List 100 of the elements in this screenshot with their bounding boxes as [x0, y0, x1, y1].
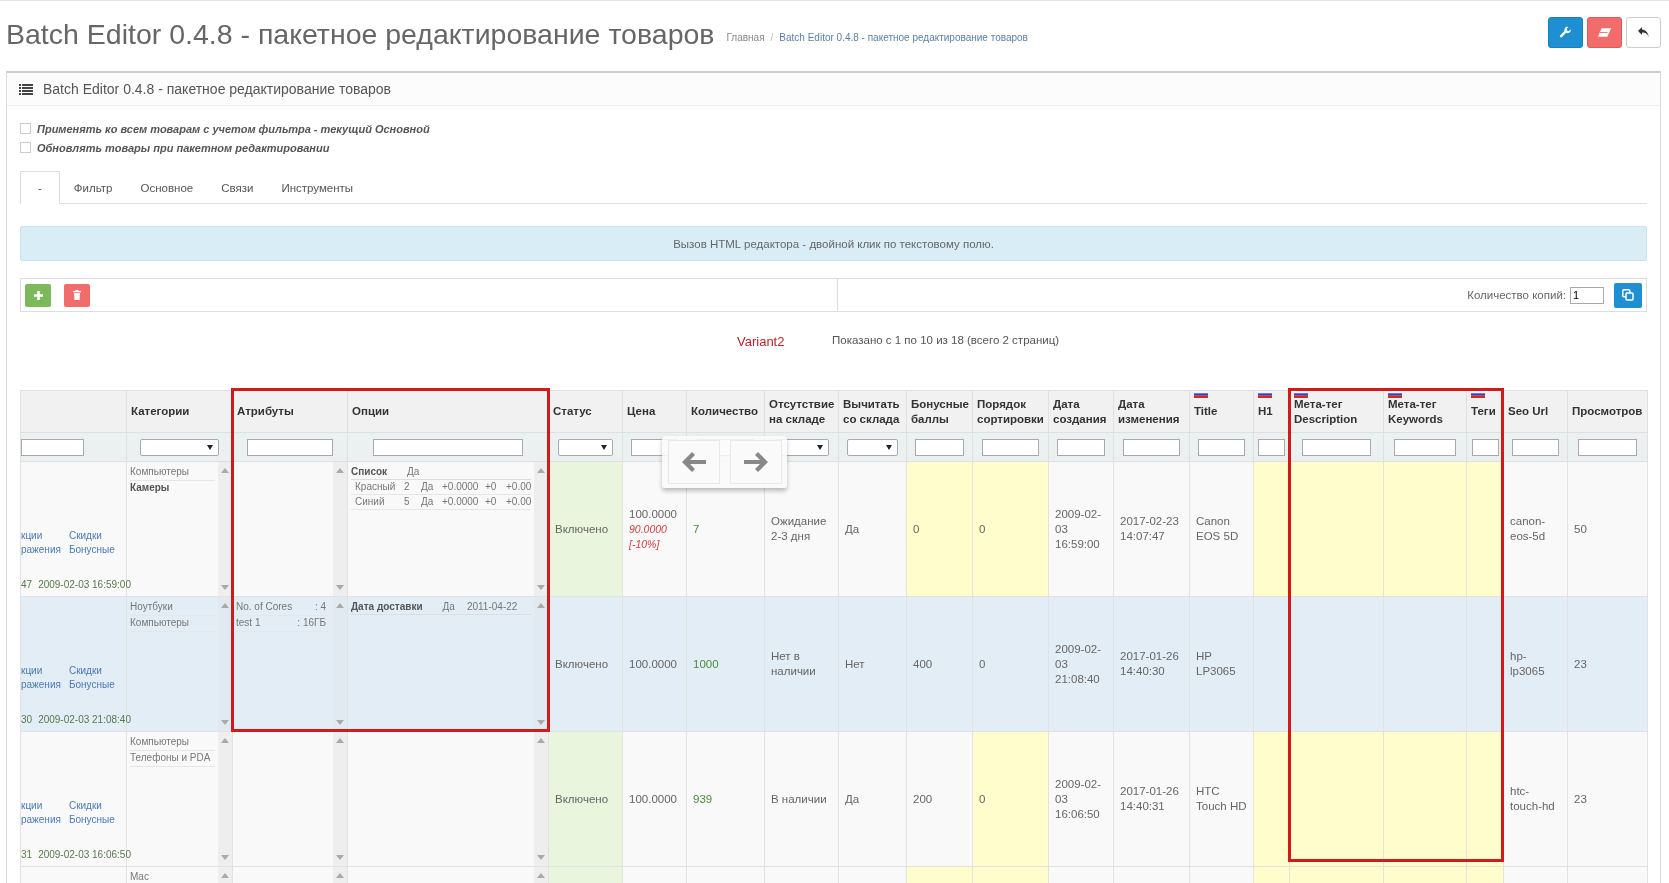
table-cell: 400: [906, 596, 973, 732]
scroll-up-icon[interactable]: [537, 603, 545, 608]
checkbox[interactable]: [20, 142, 31, 153]
scroll-down-icon[interactable]: [537, 720, 545, 725]
filter-field[interactable]: [21, 438, 84, 456]
tab[interactable]: Связи: [207, 171, 268, 203]
breadcrumb-link[interactable]: Batch Editor 0.4.8 - пакетное редактирование товаров: [779, 31, 1028, 43]
filter-dropdown[interactable]: [847, 438, 898, 456]
checkbox-label: Обновлять товары при пакетном редактировании: [37, 141, 330, 154]
tab[interactable]: Основное: [126, 171, 208, 203]
clear-button[interactable]: [1587, 16, 1622, 48]
copy-icon: [1622, 289, 1634, 301]
filter-field[interactable]: [1471, 438, 1499, 456]
scroll-up-icon[interactable]: [221, 603, 229, 608]
filter-field[interactable]: [1394, 438, 1456, 456]
filter-field[interactable]: [1577, 438, 1638, 456]
scroll-left-button[interactable]: [667, 440, 720, 484]
filter-field[interactable]: [373, 438, 523, 456]
info-banner: Вызов HTML редактора - двойной клик по текстовому полю.: [20, 226, 1647, 261]
option-value-cell-text: +0: [485, 480, 498, 494]
column-title: Категории: [131, 405, 190, 417]
tab[interactable]: Инструменты: [267, 171, 368, 203]
filter-field[interactable]: [1197, 438, 1246, 456]
product-link[interactable]: Скидки: [68, 529, 115, 543]
table-cell: 0: [972, 461, 1049, 597]
filter-field[interactable]: [982, 438, 1039, 456]
plus-icon: [33, 290, 43, 300]
category-item: Компьютеры: [130, 616, 215, 632]
filter-field[interactable]: [247, 438, 333, 456]
column-title: Теги: [1471, 405, 1496, 417]
filter-field[interactable]: [1258, 438, 1285, 456]
scroll-up-icon[interactable]: [537, 468, 545, 473]
filter-dropdown[interactable]: [140, 438, 219, 456]
product-link[interactable]: Бонусные: [68, 543, 115, 557]
add-button[interactable]: [25, 283, 51, 307]
variant-label[interactable]: Variant2: [737, 334, 799, 391]
product-link[interactable]: Скидки: [68, 799, 115, 813]
column-title: Дата создания: [1053, 397, 1107, 425]
delete-button[interactable]: [64, 283, 90, 307]
breadcrumb-link[interactable]: Главная: [726, 31, 765, 43]
table-cell: canon-eos-5d: [1503, 461, 1568, 597]
scroll-right-button[interactable]: [729, 440, 782, 484]
product-link[interactable]: Бонусные: [68, 678, 115, 692]
filter-field[interactable]: [1301, 438, 1372, 456]
scroll-down-icon[interactable]: [221, 720, 229, 725]
table-cell: 200: [906, 731, 973, 867]
option-value-cell-text: Синий: [355, 495, 386, 509]
table-cell: Нет: [838, 596, 907, 732]
option-value-cell-text: +0: [485, 495, 498, 509]
settings-button[interactable]: [1548, 16, 1583, 48]
product-link[interactable]: ражения: [21, 678, 61, 692]
checkbox-label: Применять ко всем товарам с учетом фильтра - текущий Основной: [37, 122, 430, 135]
column-title: Бонусные баллы: [911, 397, 969, 425]
category-item: Mac: [130, 870, 215, 883]
option-name: Дата доставки: [351, 600, 423, 614]
column-title: Вычитать со склада: [843, 397, 900, 425]
tab[interactable]: -: [20, 171, 60, 204]
table-cell: Включено: [548, 596, 623, 732]
table-cell: 2017-01-26 14:40:30: [1113, 596, 1190, 732]
option-value-cell-text: Да: [421, 480, 435, 494]
option-required: Да: [407, 465, 420, 479]
attribute-name: No. of Cores: [236, 600, 293, 614]
option-value: 2011-04-22: [466, 600, 518, 614]
scroll-down-icon[interactable]: [221, 585, 229, 590]
table-cell: Включено: [548, 731, 623, 867]
filter-field[interactable]: [1057, 438, 1105, 456]
table-cell: HP LP3065: [1189, 596, 1254, 732]
option-value-cell-text: +0.00: [506, 480, 533, 494]
table-cell: hp-lp3065: [1503, 596, 1568, 732]
table-cell: htc-touch-hd: [1503, 731, 1568, 867]
category-item: Ноутбуки: [130, 600, 215, 616]
filter-field[interactable]: [915, 438, 964, 456]
table-cell: Canon EOS 5D: [1189, 461, 1254, 597]
column-title: H1: [1258, 405, 1273, 417]
copies-field[interactable]: 1: [1570, 286, 1604, 304]
product-link[interactable]: кции: [21, 664, 61, 678]
scroll-down-icon[interactable]: [537, 585, 545, 590]
table-cell: 939: [686, 731, 765, 867]
column-title: Дата изменения: [1118, 397, 1180, 425]
product-link[interactable]: кции: [21, 529, 61, 543]
product-link[interactable]: ражения: [21, 543, 61, 557]
column-title: Количество: [691, 405, 759, 417]
product-link[interactable]: кции: [21, 799, 61, 813]
product-link[interactable]: ражения: [21, 813, 61, 827]
copy-button[interactable]: [1614, 282, 1642, 308]
scroll-up-icon[interactable]: [221, 468, 229, 473]
product-link[interactable]: Скидки: [68, 664, 115, 678]
tab[interactable]: Фильтр: [59, 171, 127, 203]
eraser-icon: [1597, 26, 1612, 38]
option-value-cell-text: 2: [404, 480, 411, 494]
column-title: Цена: [627, 405, 656, 417]
product-link[interactable]: Бонусные: [68, 813, 115, 827]
filter-field[interactable]: [1511, 438, 1560, 456]
table-cell: Включено: [548, 461, 623, 597]
checkbox[interactable]: [20, 123, 31, 134]
table-cell: 50: [1567, 461, 1648, 597]
back-button[interactable]: [1626, 16, 1661, 48]
filter-dropdown[interactable]: [558, 438, 613, 456]
table-cell: Да: [838, 731, 907, 867]
filter-field[interactable]: [1123, 438, 1180, 456]
